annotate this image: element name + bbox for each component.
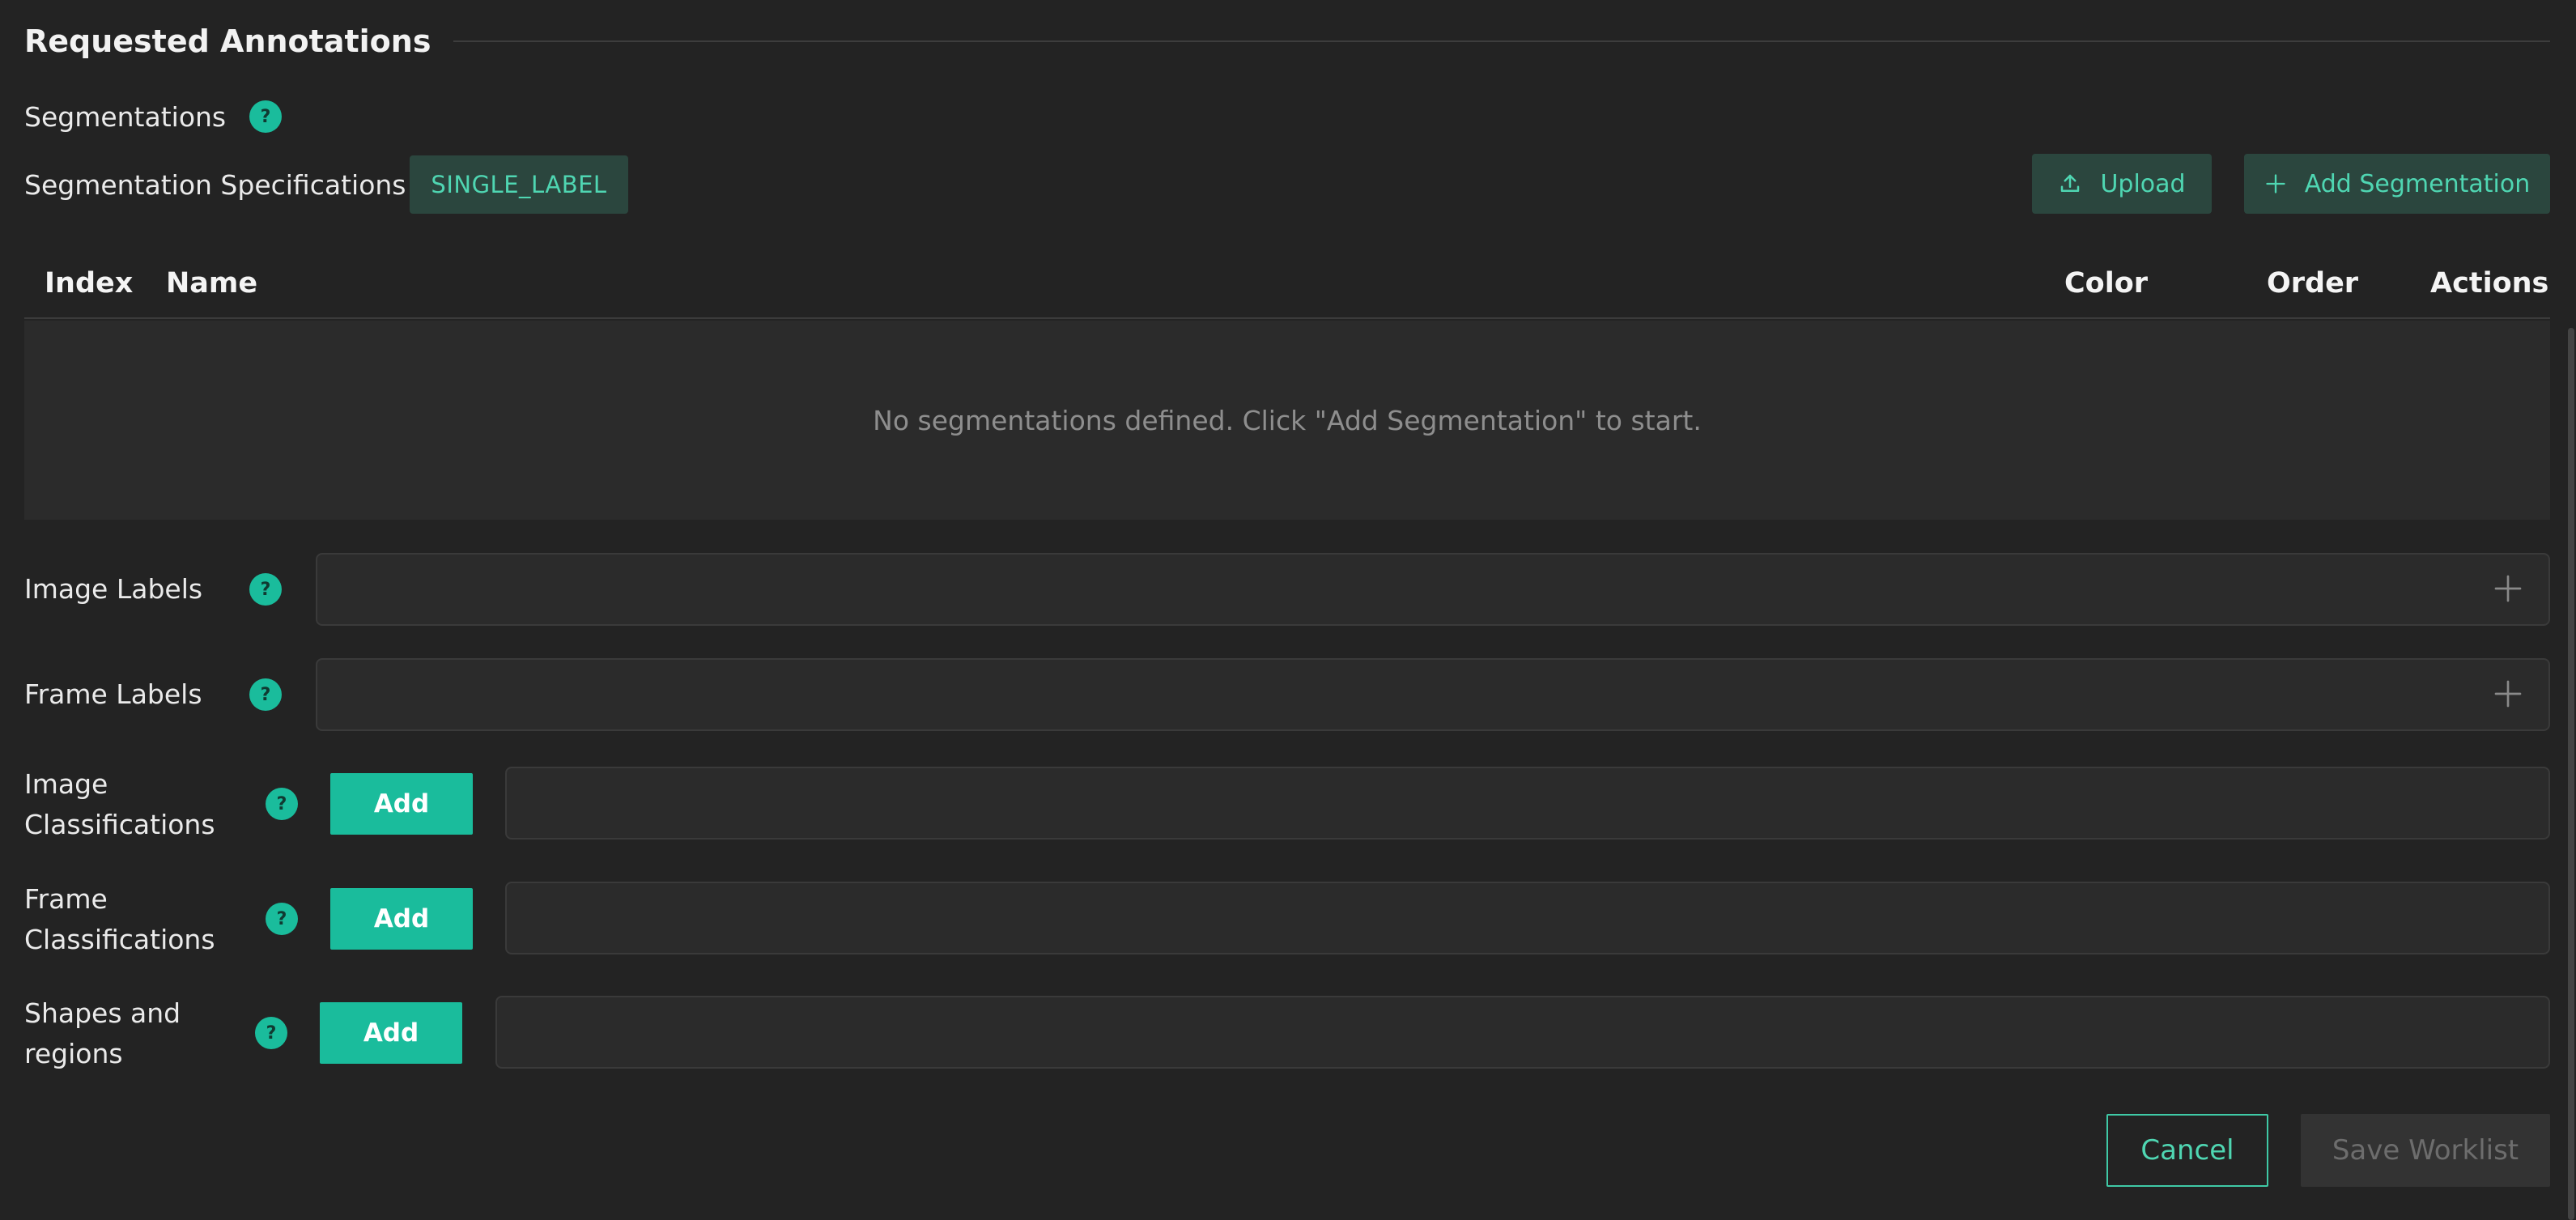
help-icon[interactable]: ? — [249, 100, 282, 133]
segmentations-label: Segmentations — [24, 101, 227, 133]
help-icon[interactable]: ? — [249, 573, 282, 606]
column-name: Name — [166, 267, 258, 300]
empty-state-message: No segmentations defined. Click "Add Seg… — [873, 404, 1702, 436]
cancel-button[interactable]: Cancel — [2106, 1114, 2268, 1187]
add-shape-region-button[interactable]: Add — [320, 1002, 462, 1064]
image-labels-label: Image Labels — [24, 573, 203, 605]
plus-icon — [2266, 174, 2285, 193]
frame-labels-label: Frame Labels — [24, 678, 202, 710]
frame-classifications-field[interactable] — [505, 882, 2550, 954]
segmentation-spec-badge[interactable]: SINGLE_LABEL — [410, 155, 628, 214]
column-color: Color — [2064, 267, 2149, 300]
scrollbar-thumb[interactable] — [2568, 328, 2574, 1220]
add-frame-classification-button[interactable]: Add — [330, 888, 473, 950]
help-icon[interactable]: ? — [266, 903, 298, 935]
save-worklist-button[interactable]: Save Worklist — [2301, 1114, 2550, 1187]
add-frame-label-icon[interactable] — [2492, 678, 2524, 710]
help-icon[interactable]: ? — [255, 1017, 287, 1049]
segmentation-specifications-label: Segmentation Specifications — [24, 169, 406, 201]
upload-icon — [2061, 174, 2080, 192]
segmentation-table-header: Index Name Color Order Actions — [24, 251, 2550, 319]
upload-button-label: Upload — [2100, 169, 2186, 198]
section-title: Requested Annotations — [24, 23, 431, 59]
shapes-and-regions-label: Shapes and regions — [24, 997, 181, 1069]
section-header: Requested Annotations — [24, 19, 2550, 63]
image-classifications-field[interactable] — [505, 767, 2550, 840]
section-divider — [453, 40, 2550, 42]
help-icon[interactable]: ? — [266, 788, 298, 820]
frame-classifications-label: Frame Classifications — [24, 883, 215, 955]
help-icon[interactable]: ? — [249, 678, 282, 711]
add-segmentation-label: Add Segmentation — [2304, 169, 2531, 198]
column-index: Index — [45, 267, 134, 300]
segmentation-table-empty-state: No segmentations defined. Click "Add Seg… — [24, 321, 2550, 520]
image-labels-input[interactable] — [316, 553, 2550, 626]
add-image-label-icon[interactable] — [2492, 572, 2524, 605]
add-segmentation-button[interactable]: Add Segmentation — [2244, 154, 2550, 214]
requested-annotations-panel: Requested Annotations Segmentations ? Se… — [0, 0, 2576, 1220]
add-image-classification-button[interactable]: Add — [330, 773, 473, 835]
upload-button[interactable]: Upload — [2032, 154, 2212, 214]
column-order: Order — [2267, 267, 2359, 300]
image-classifications-label: Image Classifications — [24, 768, 215, 840]
shapes-and-regions-field[interactable] — [495, 996, 2550, 1069]
column-actions: Actions — [2430, 267, 2549, 300]
frame-labels-input[interactable] — [316, 658, 2550, 731]
